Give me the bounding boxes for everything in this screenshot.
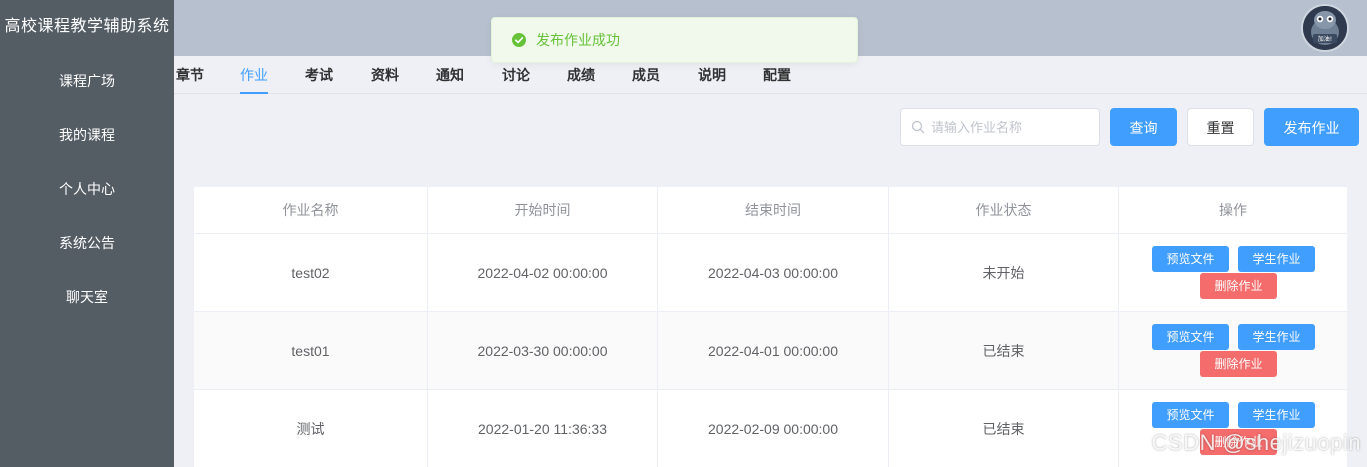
success-toast: 发布作业成功: [491, 17, 858, 63]
sidebar-item-my-courses[interactable]: 我的课程: [0, 108, 174, 162]
homework-status: 已结束: [889, 390, 1119, 467]
avatar[interactable]: 加油!: [1301, 4, 1349, 52]
homework-name: test01: [194, 312, 428, 389]
search-box: [900, 108, 1100, 146]
table-row: test02 2022-04-02 00:00:00 2022-04-03 00…: [194, 234, 1347, 312]
toast-message: 发布作业成功: [536, 32, 620, 48]
sidebar-item-personal-center[interactable]: 个人中心: [0, 162, 174, 216]
tab-materials[interactable]: 资料: [371, 56, 399, 94]
student-homework-button[interactable]: 学生作业: [1238, 246, 1315, 272]
search-icon: [911, 120, 925, 134]
sidebar-item-chat-room[interactable]: 聊天室: [0, 270, 174, 324]
column-header-name: 作业名称: [194, 187, 428, 233]
app-title: 高校课程教学辅助系统: [0, 0, 174, 54]
end-time: 2022-02-09 00:00:00: [658, 390, 889, 467]
homework-status: 已结束: [889, 312, 1119, 389]
column-header-end-time: 结束时间: [658, 187, 889, 233]
delete-homework-button[interactable]: 删除作业: [1200, 351, 1277, 377]
preview-file-button[interactable]: 预览文件: [1152, 324, 1229, 350]
end-time: 2022-04-01 00:00:00: [658, 312, 889, 389]
avatar-image: 加油!: [1303, 6, 1347, 50]
table-row: test01 2022-03-30 00:00:00 2022-04-01 00…: [194, 312, 1347, 390]
start-time: 2022-04-02 00:00:00: [428, 234, 658, 311]
tab-homework[interactable]: 作业: [240, 56, 268, 94]
app-root: 高校课程教学辅助系统 课程广场 我的课程 个人中心 系统公告 聊天室 加油! 章…: [0, 0, 1367, 467]
preview-file-button[interactable]: 预览文件: [1152, 402, 1229, 428]
delete-homework-button[interactable]: 删除作业: [1200, 273, 1277, 299]
tab-exams[interactable]: 考试: [305, 56, 333, 94]
sidebar-menu: 课程广场 我的课程 个人中心 系统公告 聊天室: [0, 54, 174, 324]
homework-name: test02: [194, 234, 428, 311]
student-homework-button[interactable]: 学生作业: [1238, 324, 1315, 350]
column-header-start-time: 开始时间: [428, 187, 658, 233]
publish-homework-button[interactable]: 发布作业: [1264, 108, 1359, 146]
tab-chapters[interactable]: 章节: [176, 56, 204, 94]
search-input[interactable]: [931, 109, 1096, 145]
avatar-text: 加油!: [1318, 35, 1332, 43]
homework-name: 测试: [194, 390, 428, 467]
column-header-actions: 操作: [1219, 202, 1247, 218]
reset-button[interactable]: 重置: [1187, 108, 1254, 146]
row-actions: 预览文件 学生作业 删除作业: [1119, 312, 1347, 389]
watermark: CSDN @shejizuopin: [1151, 430, 1361, 455]
sidebar-item-announcements[interactable]: 系统公告: [0, 216, 174, 270]
check-circle-icon: [512, 33, 526, 47]
sidebar-item-course-square[interactable]: 课程广场: [0, 54, 174, 108]
column-header-status: 作业状态: [889, 187, 1119, 233]
tab-notices[interactable]: 通知: [436, 56, 464, 94]
sidebar: 高校课程教学辅助系统 课程广场 我的课程 个人中心 系统公告 聊天室: [0, 0, 174, 467]
table-header-row: 作业名称 开始时间 结束时间 作业状态 操作: [194, 187, 1347, 234]
row-actions: 预览文件 学生作业 删除作业: [1119, 234, 1347, 311]
preview-file-button[interactable]: 预览文件: [1152, 246, 1229, 272]
start-time: 2022-01-20 11:36:33: [428, 390, 658, 467]
homework-table: 作业名称 开始时间 结束时间 作业状态 操作 test02 2022-04-02…: [194, 187, 1347, 467]
end-time: 2022-04-03 00:00:00: [658, 234, 889, 311]
student-homework-button[interactable]: 学生作业: [1238, 402, 1315, 428]
homework-status: 未开始: [889, 234, 1119, 311]
start-time: 2022-03-30 00:00:00: [428, 312, 658, 389]
query-button[interactable]: 查询: [1110, 108, 1177, 146]
